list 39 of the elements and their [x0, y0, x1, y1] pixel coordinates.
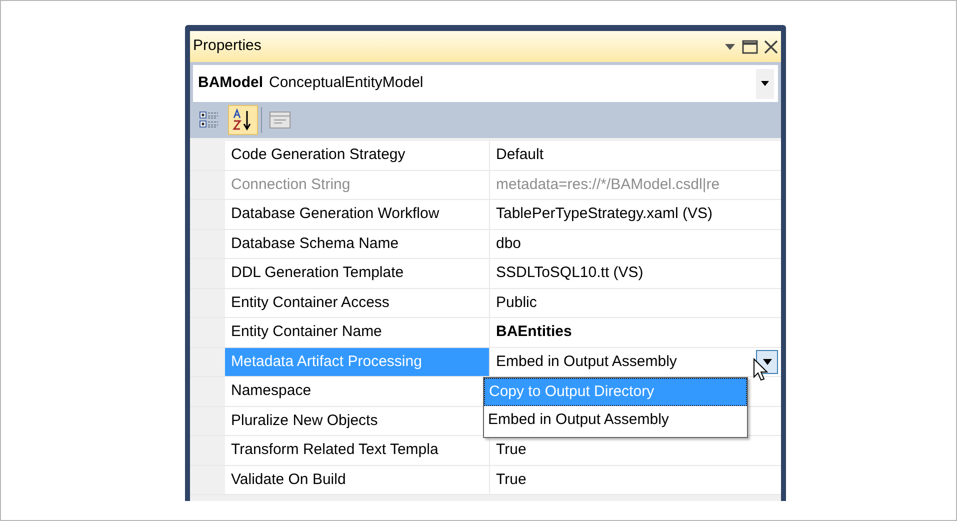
value-cell[interactable]: TablePerTypeStrategy.xaml (VS): [490, 200, 781, 228]
property-value[interactable]: True: [496, 468, 778, 491]
property-name[interactable]: Validate On Build: [225, 466, 490, 494]
object-selector[interactable]: BAModel ConceptualEntityModel: [193, 65, 778, 102]
property-value[interactable]: dbo: [496, 232, 778, 255]
property-value[interactable]: TablePerTypeStrategy.xaml (VS): [496, 203, 778, 226]
property-pages-icon: [269, 110, 291, 130]
property-value[interactable]: Public: [496, 292, 778, 314]
property-name[interactable]: Transform Related Text Templa: [225, 436, 490, 464]
value-cell[interactable]: True: [490, 466, 781, 494]
property-name[interactable]: Database Generation Workflow: [225, 200, 490, 228]
property-value[interactable]: Default: [496, 144, 778, 166]
categorized-list-icon: [199, 110, 221, 130]
value-cell[interactable]: SSDLToSQL10.tt (VS): [490, 259, 781, 288]
property-value[interactable]: BAEntities: [496, 321, 778, 344]
value-cell[interactable]: Embed in Output Assembly: [490, 348, 781, 376]
object-name: BAModel: [198, 73, 263, 94]
object-type: ConceptualEntityModel: [269, 73, 424, 94]
value-cell[interactable]: BAEntities: [490, 318, 781, 346]
caret-icon: [762, 358, 772, 365]
value-cell[interactable]: Default: [490, 141, 781, 170]
dropdown-button[interactable]: [756, 68, 774, 98]
maximize-icon[interactable]: [742, 40, 758, 54]
caret-icon[interactable]: [724, 42, 736, 50]
window-title: Properties: [193, 36, 262, 56]
value-cell[interactable]: dbo: [490, 230, 781, 258]
property-value[interactable]: True: [496, 439, 778, 462]
property-name[interactable]: Database Schema Name: [225, 230, 490, 258]
property-name[interactable]: DDL Generation Template: [225, 259, 490, 288]
value-cell[interactable]: True: [490, 436, 781, 464]
property-value[interactable]: SSDLToSQL10.tt (VS): [496, 262, 778, 284]
close-icon[interactable]: [764, 40, 778, 54]
property-value[interactable]: Embed in Output Assembly: [496, 350, 756, 373]
caret-icon: [761, 81, 769, 86]
property-name[interactable]: Entity Container Access: [225, 288, 490, 317]
property-name[interactable]: Code Generation Strategy: [225, 141, 490, 170]
toolbar-button[interactable]: [228, 105, 258, 135]
property-name[interactable]: Entity Container Name: [225, 318, 490, 346]
value-cell[interactable]: Public: [490, 288, 781, 317]
